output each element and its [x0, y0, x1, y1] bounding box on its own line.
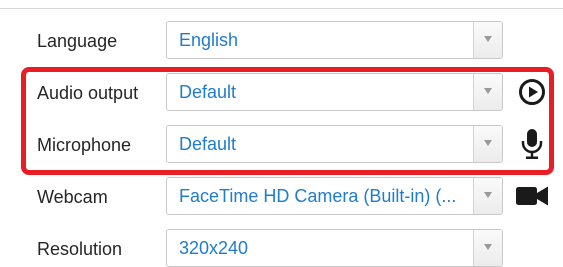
chevron-down-icon[interactable] — [473, 74, 502, 110]
audio-output-label: Audio output — [37, 83, 139, 103]
audio-output-row: Audio output Default — [0, 73, 563, 113]
audio-output-select-value: Default — [179, 82, 237, 102]
video-camera-icon[interactable] — [515, 177, 549, 215]
microphone-label: Microphone — [37, 135, 132, 155]
chevron-down-icon[interactable] — [473, 22, 502, 58]
language-select-value: English — [179, 30, 239, 50]
resolution-row: Resolution 320x240 — [0, 229, 563, 267]
top-divider — [0, 8, 563, 9]
webcam-row: Webcam FaceTime HD Camera (Built-in) (..… — [0, 177, 563, 217]
resolution-select-value: 320x240 — [179, 238, 249, 258]
resolution-select[interactable]: 320x240 — [166, 229, 503, 267]
microphone-select-value: Default — [179, 134, 237, 154]
resolution-label: Resolution — [37, 239, 123, 259]
microphone-row: Microphone Default — [0, 125, 563, 165]
microphone-icon[interactable] — [515, 125, 549, 163]
language-label: Language — [37, 31, 118, 51]
microphone-select[interactable]: Default — [166, 125, 503, 163]
av-settings-panel: Language English Audio output Default Mi… — [0, 0, 563, 267]
webcam-label: Webcam — [37, 187, 108, 207]
webcam-select[interactable]: FaceTime HD Camera (Built-in) (... — [166, 177, 503, 215]
audio-output-select[interactable]: Default — [166, 73, 503, 111]
chevron-down-icon[interactable] — [473, 230, 502, 266]
chevron-down-icon[interactable] — [473, 178, 502, 214]
play-circle-icon[interactable] — [515, 73, 549, 111]
chevron-down-icon[interactable] — [473, 126, 502, 162]
language-select[interactable]: English — [166, 21, 503, 59]
webcam-select-value: FaceTime HD Camera (Built-in) (... — [179, 186, 457, 206]
language-row: Language English — [0, 21, 563, 61]
